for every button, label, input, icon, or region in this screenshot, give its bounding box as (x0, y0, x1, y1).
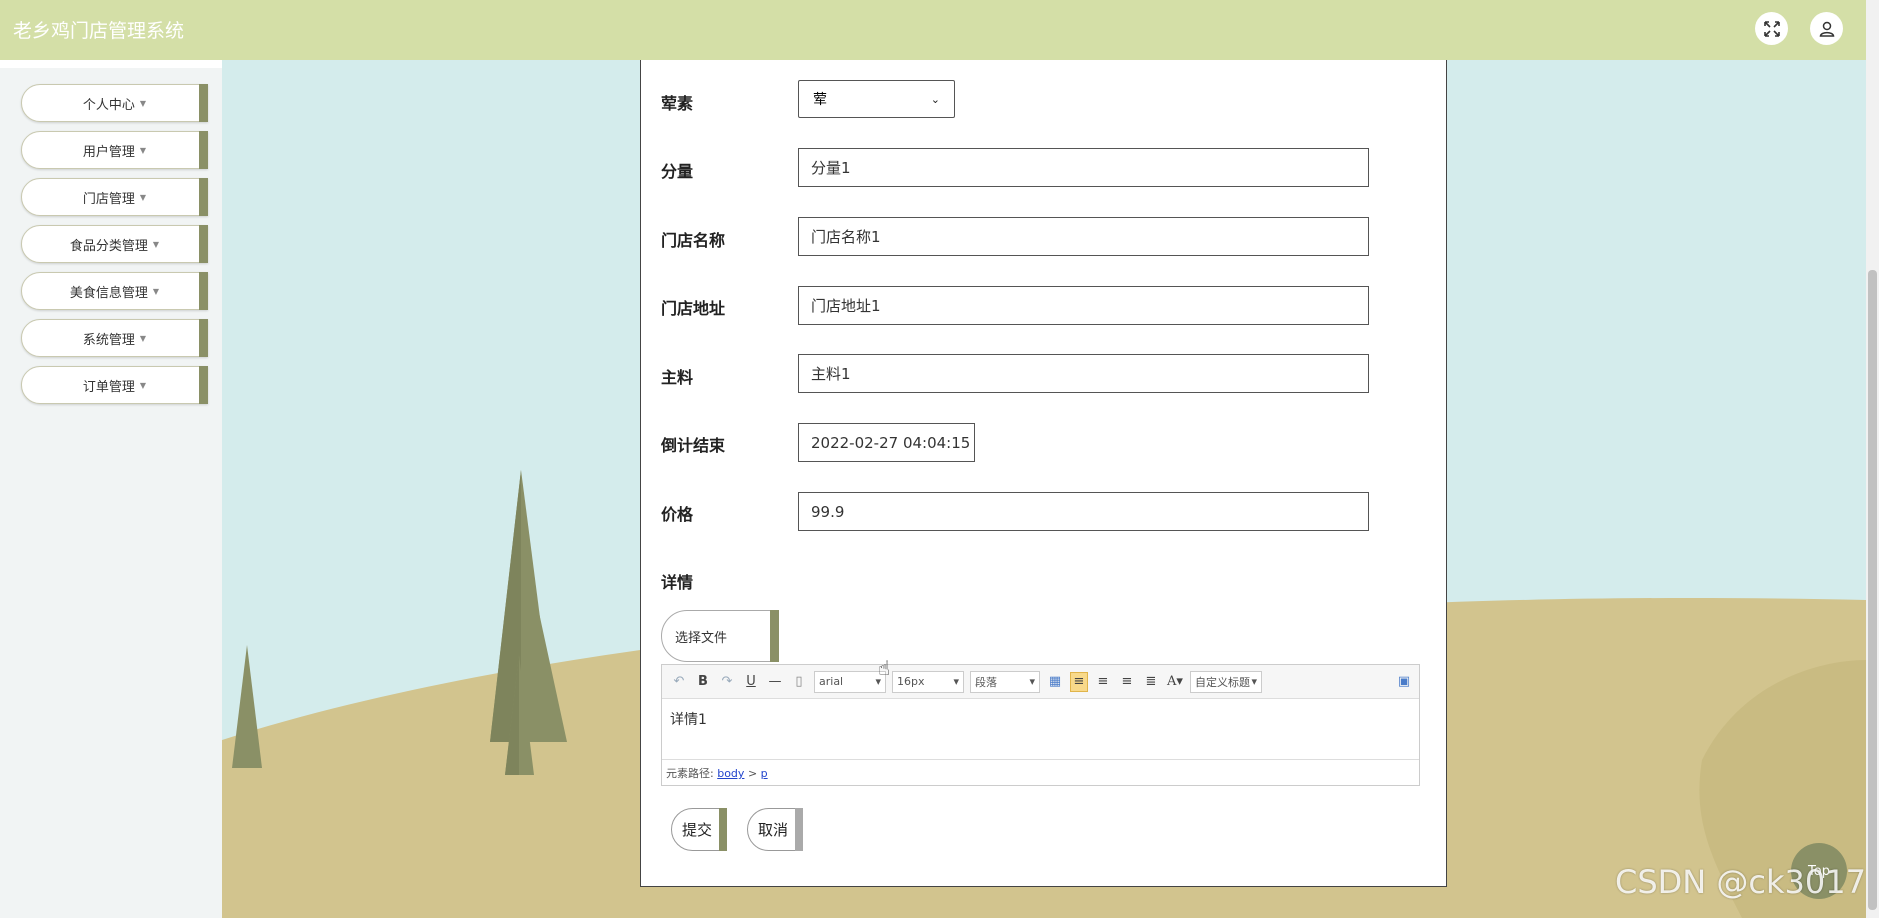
dropdown-arrow-icon: ▾ (953, 675, 959, 688)
price-label: 价格 (661, 505, 694, 524)
horizontal-rule-icon[interactable]: — (766, 672, 784, 692)
details-label: 详情 (661, 573, 694, 592)
editor-content[interactable]: 详情1 (662, 699, 1419, 759)
edit-form-panel: 荤素 荤 ⌄ 分量 分量1 门店名称 门店名称1 门店地址 门店地址1 主料 主… (640, 60, 1447, 887)
countdown-end-label: 倒计结束 (661, 436, 726, 455)
portion-label: 分量 (661, 162, 694, 181)
portion-input[interactable]: 分量1 (798, 148, 1369, 187)
sidebar-item-personal-center[interactable]: 个人中心 ▼ (21, 84, 208, 122)
sidebar-item-label: 个人中心 (82, 97, 135, 113)
undo-icon[interactable]: ↶ (670, 672, 688, 692)
caret-down-icon: ▼ (139, 333, 147, 343)
sidebar-item-store-management[interactable]: 门店管理 ▼ (21, 178, 208, 216)
custom-heading-select[interactable]: 自定义标题 ▾ (1190, 670, 1262, 693)
element-path-body-link[interactable]: body (717, 767, 744, 780)
watermark: CSDN @ck3017 (1615, 863, 1866, 901)
countdown-end-input[interactable]: 2022-02-27 04:04:15 (798, 423, 975, 462)
fullscreen-button[interactable] (1755, 12, 1788, 45)
align-left-icon[interactable]: ≡ (1070, 671, 1088, 692)
meat-veg-select[interactable]: 荤 ⌄ (798, 80, 955, 118)
store-name-label: 门店名称 (661, 231, 726, 250)
sidebar-item-food-category-management[interactable]: 食品分类管理 ▼ (21, 225, 208, 263)
font-family-select[interactable]: arial ▾ (814, 670, 886, 693)
main-ingredient-label: 主料 (661, 368, 694, 387)
font-size-select[interactable]: 16px ▾ (892, 670, 964, 693)
submit-button[interactable]: 提交 (671, 808, 727, 851)
sidebar-item-label: 美食信息管理 (69, 285, 148, 301)
redo-icon[interactable]: ↷ (718, 672, 736, 692)
document-icon[interactable]: ▯ (790, 672, 808, 692)
element-path-label: 元素路径: (666, 767, 714, 780)
sidebar-item-system-management[interactable]: 系统管理 ▼ (21, 319, 208, 357)
sidebar-item-label: 订单管理 (82, 379, 135, 395)
store-address-input[interactable]: 门店地址1 (798, 286, 1369, 325)
user-icon (1819, 21, 1834, 37)
paragraph-format-value: 段落 (975, 675, 997, 689)
main-ingredient-input[interactable]: 主料1 (798, 354, 1369, 393)
custom-heading-value: 自定义标题 (1195, 675, 1250, 689)
caret-down-icon: ▼ (139, 380, 147, 390)
cancel-button[interactable]: 取消 (747, 808, 803, 851)
fullscreen-editor-icon[interactable]: ▣ (1395, 672, 1413, 692)
choose-file-button[interactable]: 选择文件 (661, 610, 779, 662)
dropdown-arrow-icon: ▾ (1029, 675, 1035, 688)
user-button[interactable] (1810, 12, 1843, 45)
editor-toolbar: ↶ B ↷ U — ▯ arial ▾ 16px ▾ 段落 ▾ ▦ ≡ ≡ ≡ ≣ A… (662, 665, 1419, 699)
bold-icon[interactable]: B (694, 672, 712, 692)
caret-down-icon: ▼ (152, 239, 160, 249)
underline-icon[interactable]: U (742, 672, 760, 692)
font-size-value: 16px (897, 675, 925, 688)
element-path-p-link[interactable]: p (761, 767, 768, 780)
caret-down-icon: ▼ (139, 145, 147, 155)
font-color-icon[interactable]: A▾ (1166, 672, 1184, 692)
caret-down-icon: ▼ (152, 286, 160, 296)
page-scrollbar[interactable] (1866, 0, 1879, 918)
align-justify-icon[interactable]: ≣ (1142, 672, 1160, 692)
rich-text-editor: ↶ B ↷ U — ▯ arial ▾ 16px ▾ 段落 ▾ ▦ ≡ ≡ ≡ ≣ A… (661, 664, 1420, 786)
store-address-label: 门店地址 (661, 299, 726, 318)
app-title: 老乡鸡门店管理系统 (13, 20, 185, 42)
paragraph-format-select[interactable]: 段落 ▾ (970, 670, 1040, 693)
sidebar-item-label: 用户管理 (82, 144, 135, 160)
dropdown-arrow-icon: ▾ (1251, 675, 1257, 688)
font-family-value: arial (819, 675, 844, 688)
element-path-bar: 元素路径: body > p (662, 759, 1419, 785)
element-path-separator: > (747, 767, 758, 780)
sidebar-item-order-management[interactable]: 订单管理 ▼ (21, 366, 208, 404)
top-header: 老乡鸡门店管理系统 (0, 0, 1866, 60)
store-name-input[interactable]: 门店名称1 (798, 217, 1369, 256)
sidebar-item-label: 系统管理 (82, 332, 135, 348)
table-icon[interactable]: ▦ (1046, 672, 1064, 692)
hand-cursor-icon: ☝ (878, 656, 891, 680)
meat-veg-label: 荤素 (661, 94, 694, 113)
meat-veg-selected-value: 荤 (813, 92, 827, 108)
sidebar-item-label: 食品分类管理 (69, 238, 148, 254)
caret-down-icon: ▼ (139, 192, 147, 202)
sidebar-item-food-info-management[interactable]: 美食信息管理 ▼ (21, 272, 208, 310)
chevron-down-icon: ⌄ (930, 92, 940, 106)
price-input[interactable]: 99.9 (798, 492, 1369, 531)
expand-icon (1763, 20, 1780, 37)
sidebar: 个人中心 ▼ 用户管理 ▼ 门店管理 ▼ 食品分类管理 ▼ 美食信息管理 ▼ 系统管理 ▼ … (0, 68, 222, 918)
sidebar-item-user-management[interactable]: 用户管理 ▼ (21, 131, 208, 169)
align-right-icon[interactable]: ≡ (1094, 672, 1112, 692)
sidebar-item-label: 门店管理 (82, 191, 135, 207)
caret-down-icon: ▼ (139, 98, 147, 108)
align-center-icon[interactable]: ≡ (1118, 672, 1136, 692)
scrollbar-thumb[interactable] (1868, 270, 1877, 910)
